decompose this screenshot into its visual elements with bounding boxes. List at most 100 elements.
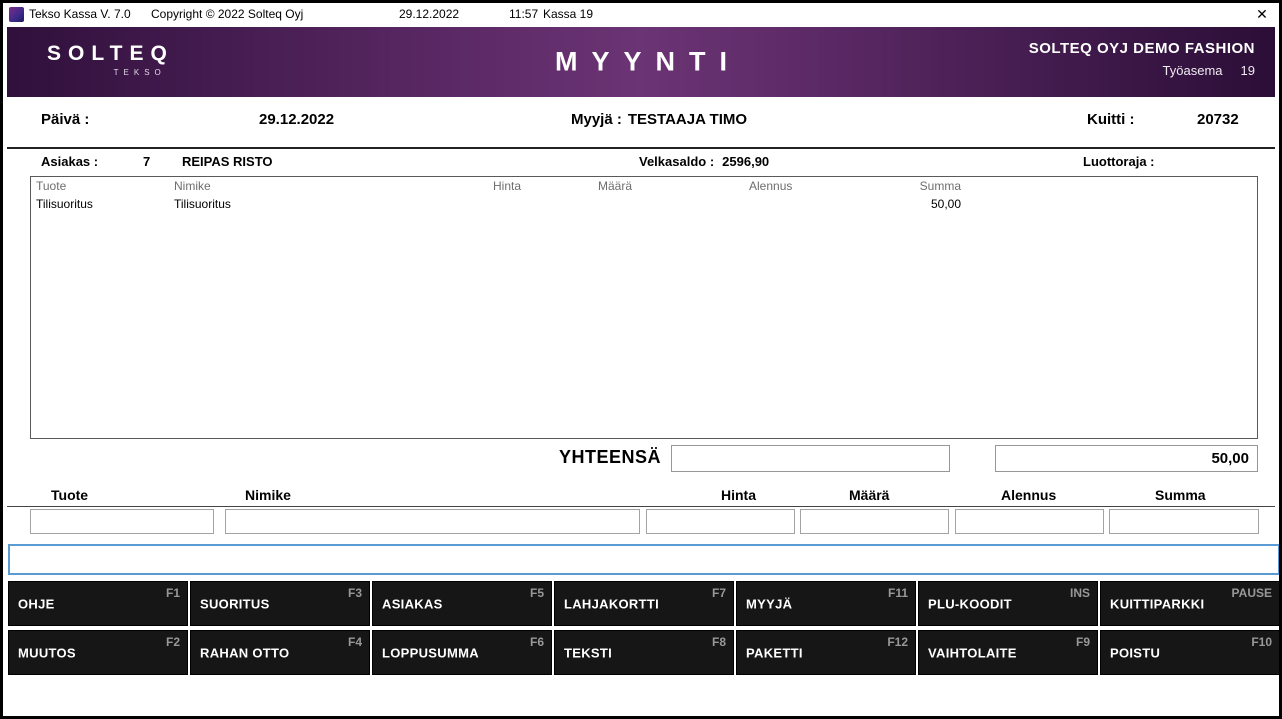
fk-plu-koodit[interactable]: PLU-KOODIT INS: [918, 581, 1098, 626]
fk-key: F10: [1251, 635, 1272, 649]
header-banner: SOLTEQ TEKSO MYYNTI SOLTEQ OYJ DEMO FASH…: [7, 27, 1275, 97]
fk-suoritus[interactable]: SUORITUS F3: [190, 581, 370, 626]
yhteensa-input[interactable]: [671, 445, 950, 472]
app-icon: [9, 7, 24, 22]
items-table-header: Tuote Nimike Hinta Määrä Alennus Summa: [31, 177, 1257, 195]
workstation-info: Työasema 19: [1029, 63, 1255, 78]
fk-paketti[interactable]: PAKETTI F12: [736, 630, 916, 675]
fk-asiakas[interactable]: ASIAKAS F5: [372, 581, 552, 626]
date-label: Päivä :: [41, 111, 89, 128]
store-name: SOLTEQ OYJ DEMO FASHION: [1029, 40, 1255, 57]
customer-number: 7: [143, 154, 150, 169]
items-table: Tuote Nimike Hinta Määrä Alennus Summa T…: [30, 176, 1258, 439]
fk-key: F1: [166, 586, 180, 600]
fk-label: OHJE: [18, 596, 55, 611]
fk-key: F7: [712, 586, 726, 600]
screen-title: MYYNTI: [541, 47, 741, 78]
customer-name: REIPAS RISTO: [182, 154, 273, 169]
fk-label: VAIHTOLAITE: [928, 645, 1017, 660]
row-name: Tilisuoritus: [174, 197, 231, 211]
entry-label-maara: Määrä: [849, 487, 889, 503]
fk-label: LAHJAKORTTI: [564, 596, 659, 611]
entry-label-summa: Summa: [1155, 487, 1206, 503]
fk-muutos[interactable]: MUUTOS F2: [8, 630, 188, 675]
fk-label: SUORITUS: [200, 596, 270, 611]
column-header-maara: Määrä: [598, 179, 658, 193]
debt-value: 2596,90: [722, 154, 769, 169]
titlebar-date: 29.12.2022: [399, 7, 459, 21]
fk-rahan-otto[interactable]: RAHAN OTTO F4: [190, 630, 370, 675]
credit-limit-label: Luottoraja :: [1083, 154, 1155, 169]
fk-label: MYYJÄ: [746, 596, 792, 611]
entry-label-hinta: Hinta: [721, 487, 756, 503]
seller-line: Myyjä : TESTAAJA TIMO: [571, 111, 747, 128]
function-key-row-2: MUUTOS F2 RAHAN OTTO F4 LOPPUSUMMA F6 TE…: [8, 630, 1280, 675]
alennus-input[interactable]: [955, 509, 1104, 534]
fk-label: PLU-KOODIT: [928, 596, 1012, 611]
fk-lahjakortti[interactable]: LAHJAKORTTI F7: [554, 581, 734, 626]
fk-label: LOPPUSUMMA: [382, 645, 479, 660]
summa-input[interactable]: [1109, 509, 1259, 534]
fk-key: F8: [712, 635, 726, 649]
logo-secondary-text: TEKSO: [47, 68, 174, 77]
command-input[interactable]: [8, 544, 1280, 575]
workstation-label: Työasema: [1163, 63, 1223, 78]
fk-vaihtolaite[interactable]: VAIHTOLAITE F9: [918, 630, 1098, 675]
title-bar: Tekso Kassa V. 7.0 Copyright © 2022 Solt…: [3, 3, 1279, 27]
customer-label: Asiakas :: [41, 154, 98, 169]
fk-key: F5: [530, 586, 544, 600]
titlebar-time: 11:57: [509, 7, 538, 21]
column-header-hinta: Hinta: [451, 179, 521, 193]
hinta-input[interactable]: [646, 509, 795, 534]
fk-label: RAHAN OTTO: [200, 645, 289, 660]
fk-key: F12: [887, 635, 908, 649]
fk-kuittiparkki[interactable]: KUITTIPARKKI PAUSE: [1100, 581, 1280, 626]
fk-key: F4: [348, 635, 362, 649]
tuote-input[interactable]: [30, 509, 214, 534]
fk-loppusumma[interactable]: LOPPUSUMMA F6: [372, 630, 552, 675]
workstation-number: 19: [1241, 63, 1255, 78]
entry-label-alennus: Alennus: [1001, 487, 1056, 503]
row-total: 50,00: [891, 197, 961, 211]
column-header-alennus: Alennus: [749, 179, 815, 193]
fk-label: PAKETTI: [746, 645, 803, 660]
entry-separator-line: [7, 506, 1275, 507]
close-button[interactable]: ✕: [1251, 4, 1273, 24]
column-header-tuote: Tuote: [36, 179, 66, 193]
table-row[interactable]: Tilisuoritus Tilisuoritus 50,00: [31, 195, 1257, 213]
fk-key: F3: [348, 586, 362, 600]
entry-label-nimike: Nimike: [245, 487, 291, 503]
titlebar-register: Kassa 19: [543, 7, 593, 21]
fk-poistu[interactable]: POISTU F10: [1100, 630, 1280, 675]
fk-label: POISTU: [1110, 645, 1160, 660]
maara-input[interactable]: [800, 509, 949, 534]
close-icon: ✕: [1256, 6, 1268, 22]
copyright-text: Copyright © 2022 Solteq Oyj: [151, 7, 303, 21]
store-info: SOLTEQ OYJ DEMO FASHION Työasema 19: [1029, 40, 1255, 78]
debt-label: Velkasaldo :: [639, 154, 714, 169]
fk-label: TEKSTI: [564, 645, 612, 660]
fk-key: F2: [166, 635, 180, 649]
fk-ohje[interactable]: OHJE F1: [8, 581, 188, 626]
function-key-row-1: OHJE F1 SUORITUS F3 ASIAKAS F5 LAHJAKORT…: [8, 581, 1280, 626]
fk-myyja[interactable]: MYYJÄ F11: [736, 581, 916, 626]
fk-label: ASIAKAS: [382, 596, 443, 611]
seller-label: Myyjä :: [571, 111, 622, 128]
column-header-nimike: Nimike: [174, 179, 211, 193]
total-amount: 50,00: [995, 445, 1258, 472]
debt-line: Velkasaldo : 2596,90: [639, 154, 769, 169]
fk-key: INS: [1070, 586, 1090, 600]
app-window: Tekso Kassa V. 7.0 Copyright © 2022 Solt…: [0, 0, 1282, 719]
entry-label-tuote: Tuote: [51, 487, 88, 503]
row-product: Tilisuoritus: [36, 197, 93, 211]
fk-label: MUUTOS: [18, 645, 76, 660]
fk-teksti[interactable]: TEKSTI F8: [554, 630, 734, 675]
total-label: YHTEENSÄ: [559, 447, 661, 468]
fk-key: PAUSE: [1232, 586, 1272, 600]
seller-name: TESTAAJA TIMO: [628, 111, 747, 128]
nimike-input[interactable]: [225, 509, 640, 534]
logo-primary-text: SOLTEQ: [47, 42, 174, 66]
fk-key: F9: [1076, 635, 1090, 649]
solteq-logo: SOLTEQ TEKSO: [47, 42, 174, 77]
fk-key: F11: [888, 586, 908, 600]
